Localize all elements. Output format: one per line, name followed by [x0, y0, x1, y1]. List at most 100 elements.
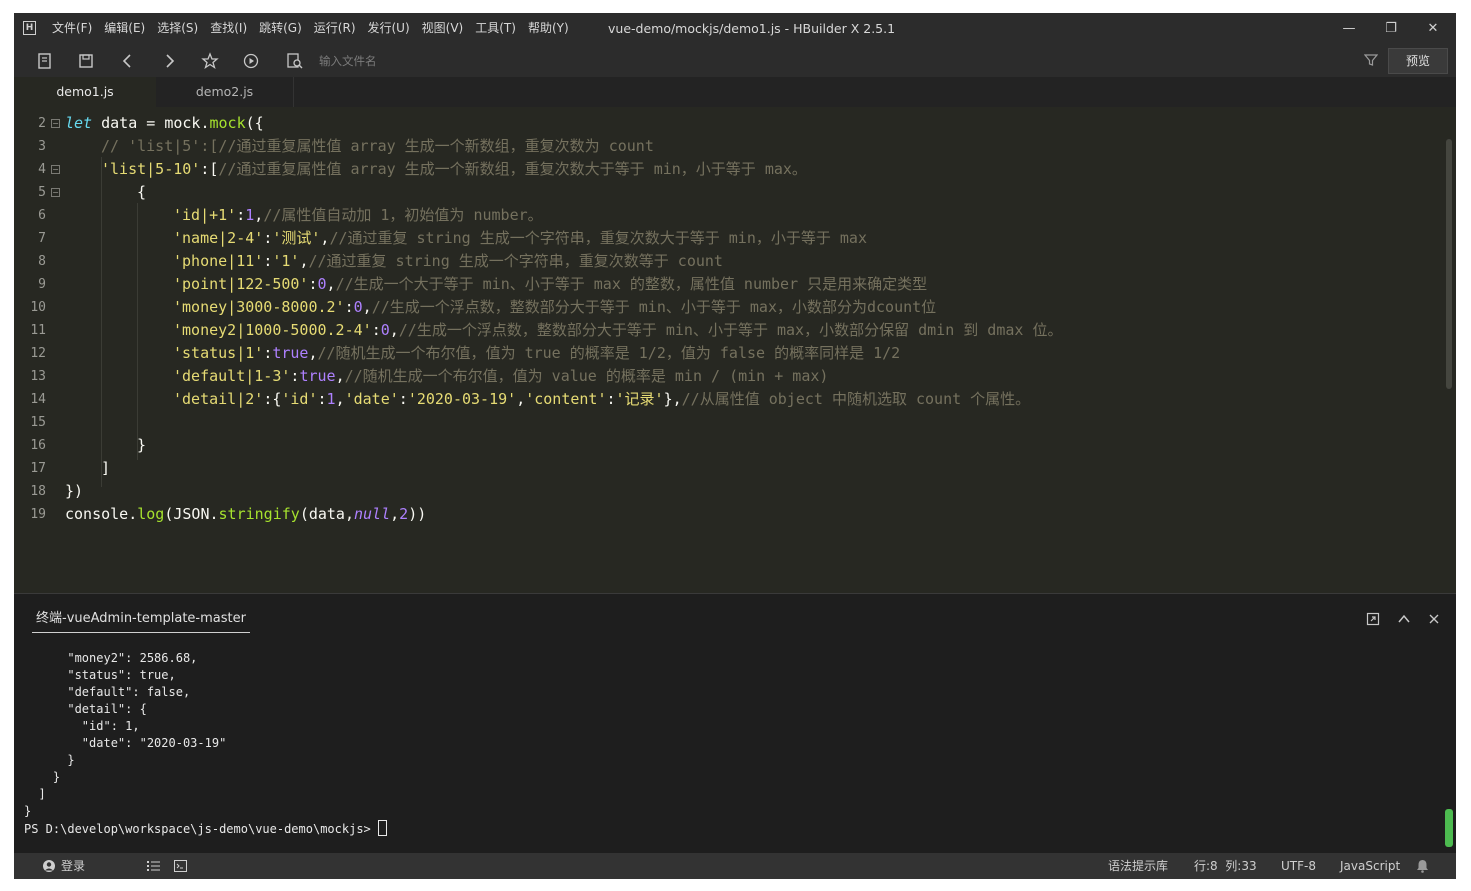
close-icon[interactable]: ✕: [1412, 13, 1454, 44]
code-line: 18 }): [14, 480, 1434, 503]
menu-goto[interactable]: 跳转(G): [259, 13, 302, 44]
bell-icon[interactable]: [1416, 859, 1429, 876]
code-line: 17 ]: [14, 457, 1434, 480]
code-text: 'name|2-4':'测试',//通过重复 string 生成一个字符串，重复…: [173, 227, 867, 250]
token-string: 'content': [525, 390, 607, 408]
token-string: 'money2|1000-5000.2-4': [173, 321, 372, 339]
token-plain: (data,: [299, 505, 354, 523]
code-line: 12 'status|1':true,//随机生成一个布尔值，值为 true 的…: [14, 342, 1434, 365]
token-plain: :[: [200, 160, 219, 178]
terminal-prompt-line[interactable]: PS D:\develop\workspace\js-demo\vue-demo…: [24, 820, 388, 838]
token-string: 'list|5-10': [101, 160, 201, 178]
run-icon[interactable]: [242, 52, 260, 70]
minimize-icon[interactable]: —: [1328, 13, 1370, 44]
code-line: 7 'name|2-4':'测试',//通过重复 string 生成一个字符串，…: [14, 227, 1434, 250]
code-text: console.log(JSON.stringify(data,null,2)): [65, 503, 426, 526]
save-icon[interactable]: [77, 52, 95, 70]
line-number: 16: [30, 438, 46, 453]
toolbar: 输入文件名 预览: [14, 44, 1456, 77]
restore-icon[interactable]: ❐: [1370, 13, 1412, 44]
terminal-output-line: "detail": {: [24, 702, 147, 716]
token-comment: //随机生成一个布尔值，值为 value 的概率是 min / (min + m…: [344, 367, 829, 385]
file-search-icon[interactable]: [286, 52, 304, 70]
cursor-position[interactable]: 行:8 列:33: [1194, 853, 1257, 879]
chevron-up-icon[interactable]: [1397, 612, 1411, 626]
menu-help[interactable]: 帮助(Y): [528, 13, 569, 44]
menu-run[interactable]: 运行(R): [314, 13, 356, 44]
code-line: 2 − let data = mock.mock({: [14, 112, 1434, 135]
tab-demo2-js[interactable]: demo2.js: [156, 77, 294, 107]
token-null: null: [354, 505, 391, 523]
token-plain: :: [398, 390, 408, 408]
token-boolean: true: [272, 344, 309, 362]
code-line: 9 'point|122-500':0,//生成一个大于等于 min、小于等于 …: [14, 273, 1434, 296]
menu-tools[interactable]: 工具(T): [475, 13, 516, 44]
terminal-output-line: "default": false,: [24, 685, 191, 699]
token-plain: },: [663, 390, 682, 408]
line-number: 5: [38, 185, 46, 200]
language-mode[interactable]: JavaScript: [1340, 853, 1400, 879]
token-comment: //生成一个大于等于 min、小于等于 max 的整数，属性值 number 只…: [335, 275, 928, 293]
token-comment: //生成一个浮点数，整数部分大于等于 min、小于等于 max，小数部分保留 d…: [398, 321, 1063, 339]
editor-tabs: demo1.js demo2.js: [14, 77, 1456, 107]
token-plain: (JSON.: [164, 505, 219, 523]
code-editor[interactable]: 2 − let data = mock.mock({ 3 // 'list|5'…: [14, 107, 1456, 593]
code-line: 10 'money|3000-8000.2':0,//生成一个浮点数，整数部分大…: [14, 296, 1434, 319]
token-plain: ]: [101, 459, 111, 477]
list-icon[interactable]: [147, 860, 160, 874]
preview-button[interactable]: 预览: [1388, 48, 1448, 74]
token-function: stringify: [218, 505, 300, 523]
token-plain: {: [137, 183, 147, 201]
token-plain: ,: [335, 367, 345, 385]
code-line: 19 console.log(JSON.stringify(data,null,…: [14, 503, 1434, 526]
title-bar: H 文件(F) 编辑(E) 选择(S) 查找(I) 跳转(G) 运行(R) 发行…: [14, 13, 1456, 44]
status-bar: 登录 语法提示库 行:8 列:33 UTF-8 JavaScript: [14, 853, 1456, 879]
token-plain: ,: [335, 390, 345, 408]
token-comment: //从属性值 object 中随机选取 count 个属性。: [681, 390, 1031, 408]
terminal-output-line: ]: [24, 787, 46, 801]
code-text: 'money|3000-8000.2':0,//生成一个浮点数，整数部分大于等于…: [173, 296, 936, 319]
login-link[interactable]: 登录: [61, 853, 85, 879]
code-text: ]: [101, 457, 110, 480]
file-encoding[interactable]: UTF-8: [1281, 853, 1316, 879]
fold-toggle-icon[interactable]: −: [51, 188, 60, 197]
editor-scrollbar[interactable]: [1446, 139, 1452, 389]
token-string: 'name|2-4': [173, 229, 264, 247]
line-number: 11: [30, 323, 46, 338]
token-string: 'id': [281, 390, 318, 408]
tab-demo1-js[interactable]: demo1.js: [14, 77, 156, 107]
menu-edit[interactable]: 编辑(E): [104, 13, 145, 44]
code-line: 11 'money2|1000-5000.2-4':0,//生成一个浮点数，整数…: [14, 319, 1434, 342]
line-number: 14: [30, 392, 46, 407]
filter-icon[interactable]: [1363, 53, 1379, 67]
star-icon[interactable]: [201, 52, 219, 70]
terminal-output-line: }: [24, 770, 61, 784]
terminal-close-icon[interactable]: [1427, 612, 1441, 626]
menu-view[interactable]: 视图(V): [422, 13, 464, 44]
code-text: let data = mock.mock({: [65, 112, 264, 135]
terminal-scrollbar[interactable]: [1445, 809, 1453, 847]
fold-toggle-icon[interactable]: −: [51, 165, 60, 174]
terminal-toggle-icon[interactable]: [174, 860, 187, 874]
token-string: '测试': [272, 229, 321, 247]
token-comment: //生成一个浮点数，整数部分大于等于 min、小于等于 max，小数部分为dco…: [371, 298, 937, 316]
fold-toggle-icon[interactable]: −: [51, 119, 60, 128]
new-file-icon[interactable]: [36, 52, 54, 70]
terminal-tab[interactable]: 终端-vueAdmin-template-master: [32, 606, 250, 633]
menu-file[interactable]: 文件(F): [52, 13, 92, 44]
forward-icon[interactable]: [160, 52, 178, 70]
line-number: 19: [30, 507, 46, 522]
terminal-maximize-icon[interactable]: [1366, 612, 1380, 626]
line-number: 12: [30, 346, 46, 361]
token-number: 0: [317, 275, 327, 293]
token-plain: :: [236, 206, 246, 224]
menu-find[interactable]: 查找(I): [210, 13, 247, 44]
back-icon[interactable]: [119, 52, 137, 70]
user-icon[interactable]: [42, 859, 56, 876]
menu-publish[interactable]: 发行(U): [368, 13, 410, 44]
file-name-input[interactable]: 输入文件名: [319, 51, 619, 71]
terminal-output-line: "money2": 2586.68,: [24, 651, 198, 665]
syntax-hint-library[interactable]: 语法提示库: [1108, 853, 1168, 879]
token-string: 'money|3000-8000.2': [173, 298, 345, 316]
menu-select[interactable]: 选择(S): [157, 13, 198, 44]
